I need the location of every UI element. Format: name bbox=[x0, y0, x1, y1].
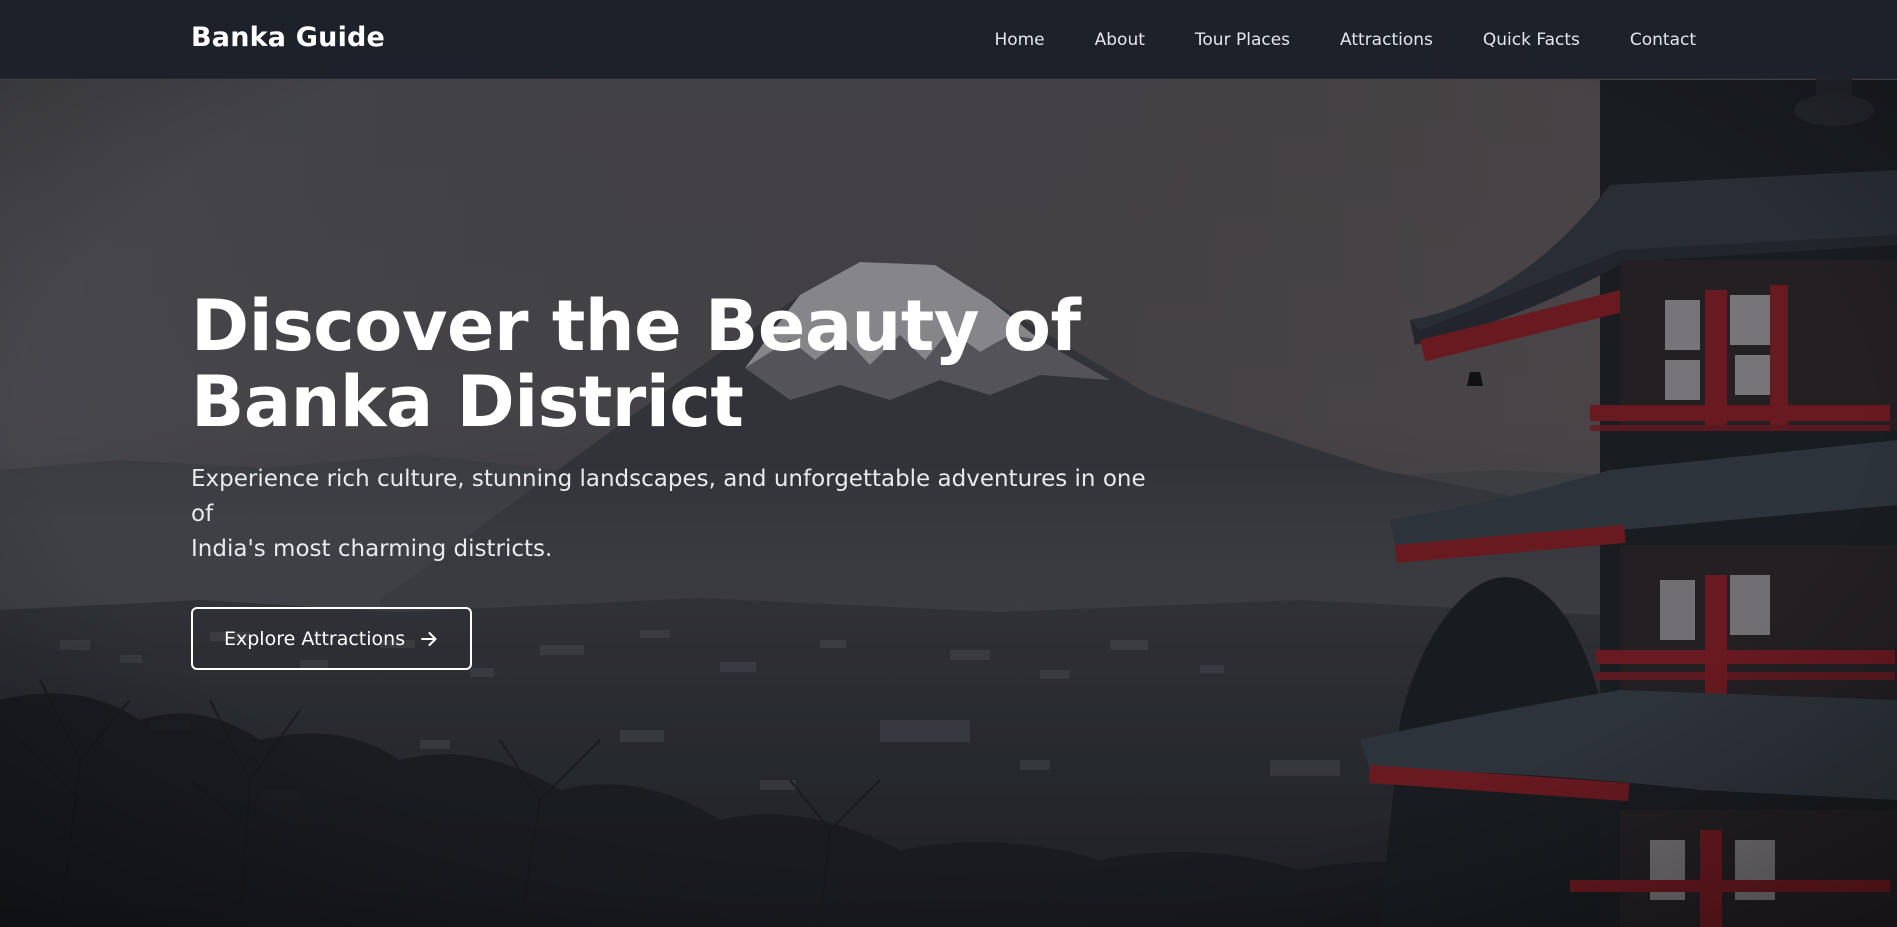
hero-subtitle: Experience rich culture, stunning landsc… bbox=[191, 462, 1151, 567]
nav-item-quick-facts[interactable]: Quick Facts bbox=[1483, 30, 1580, 50]
nav-item-tour-places[interactable]: Tour Places bbox=[1195, 30, 1290, 50]
hero-subtitle-line2: India's most charming districts. bbox=[191, 536, 553, 562]
hero-title-line2: Banka District bbox=[191, 361, 744, 443]
nav-item-contact[interactable]: Contact bbox=[1630, 30, 1696, 50]
hero-title-line1: Discover the Beauty of bbox=[191, 285, 1081, 367]
nav-menu: Home About Tour Places Attractions Quick… bbox=[994, 30, 1696, 50]
explore-attractions-label: Explore Attractions bbox=[224, 627, 406, 650]
nav-item-attractions[interactable]: Attractions bbox=[1340, 30, 1433, 50]
nav-item-about[interactable]: About bbox=[1095, 30, 1145, 50]
hero-content: Discover the Beauty of Banka District Ex… bbox=[191, 288, 1151, 670]
brand-logo[interactable]: Banka Guide bbox=[191, 22, 385, 53]
nav-item-home[interactable]: Home bbox=[994, 30, 1044, 50]
explore-attractions-button[interactable]: Explore Attractions bbox=[191, 607, 473, 670]
hero-title: Discover the Beauty of Banka District bbox=[191, 288, 1091, 440]
top-navbar: Banka Guide Home About Tour Places Attra… bbox=[0, 0, 1897, 79]
arrow-right-icon bbox=[421, 631, 437, 646]
hero-subtitle-line1: Experience rich culture, stunning landsc… bbox=[191, 466, 1146, 527]
